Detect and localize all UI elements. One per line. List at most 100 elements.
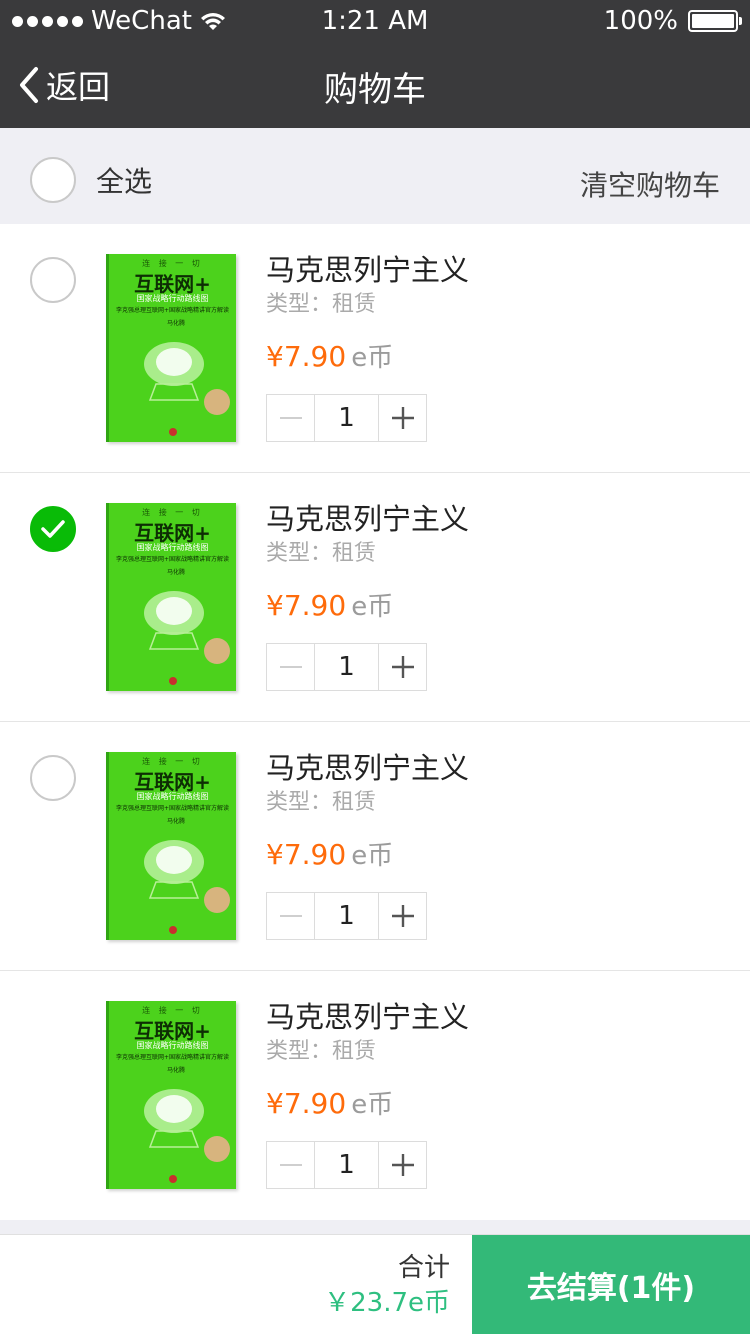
- top-bar: WeChat 1:21 AM 100% 返回 购物车: [0, 0, 750, 128]
- item-price-row: ¥7.90 e币: [266, 1087, 469, 1125]
- plus-icon: [391, 407, 414, 429]
- quantity-stepper: 1: [266, 643, 427, 691]
- quantity-stepper: 1: [266, 892, 427, 940]
- increment-button[interactable]: [379, 644, 426, 690]
- book-cover[interactable]: 连 接 一 切 互联网+ 国家战略行动路线图 李克强总理互联网+国家战略精讲官方…: [106, 752, 236, 940]
- decrement-button[interactable]: [267, 893, 314, 939]
- item-price: ¥7.90: [266, 838, 347, 871]
- cover-burst-illustration: [144, 342, 204, 401]
- minus-icon: [279, 417, 302, 419]
- item-name[interactable]: 马克思列宁主义: [266, 501, 469, 537]
- cart-item-4: 连 接 一 切 互联网+ 国家战略行动路线图 李克强总理互联网+国家战略精讲官方…: [0, 971, 750, 1220]
- total-value: ￥23.7e币: [324, 1288, 450, 1318]
- cart-item-3: 连 接 一 切 互联网+ 国家战略行动路线图 李克强总理互联网+国家战略精讲官方…: [0, 722, 750, 971]
- quantity-value[interactable]: 1: [314, 893, 379, 939]
- cover-badge: [204, 887, 230, 913]
- cover-tagline: 李克强总理互联网+国家战略精讲官方解读: [115, 307, 230, 314]
- item-checkbox[interactable]: [30, 755, 76, 801]
- cover-subtitle: 国家战略行动路线图: [136, 294, 209, 303]
- item-price: ¥7.90: [266, 589, 347, 622]
- checkout-bar: 合计 ￥23.7e币 去结算(1件): [0, 1234, 750, 1334]
- cover-tagline: 李克强总理互联网+国家战略精讲官方解读: [115, 805, 230, 812]
- publisher-seal: [169, 1175, 177, 1183]
- cover-badge: [204, 389, 230, 415]
- item-type: 类型：租赁: [266, 790, 377, 815]
- check-icon: [41, 520, 65, 538]
- increment-button[interactable]: [379, 893, 426, 939]
- decrement-button[interactable]: [267, 395, 314, 441]
- clear-cart-button[interactable]: 清空购物车: [580, 164, 720, 204]
- plus-icon: [391, 1154, 414, 1176]
- cover-badge: [204, 638, 230, 664]
- item-price: ¥7.90: [266, 340, 347, 373]
- cover-tagline: 李克强总理互联网+国家战略精讲官方解读: [115, 556, 230, 563]
- status-bar: WeChat 1:21 AM 100%: [0, 0, 750, 40]
- total-label: 合计: [397, 1253, 450, 1283]
- quantity-value[interactable]: 1: [314, 395, 379, 441]
- item-price-row: ¥7.90 e币: [266, 589, 469, 627]
- cover-badge: [204, 1136, 230, 1162]
- minus-icon: [279, 666, 302, 668]
- item-price-row: ¥7.90 e币: [266, 838, 469, 876]
- item-price-unit: e币: [351, 841, 394, 871]
- cart-list: 连 接 一 切 互联网+ 国家战略行动路线图 李克强总理互联网+国家战略精讲官方…: [0, 224, 750, 1220]
- item-info: 马克思列宁主义 类型：租赁 ¥7.90 e币: [266, 999, 469, 1125]
- battery-icon: [688, 10, 742, 32]
- page-title: 购物车: [324, 70, 426, 110]
- publisher-seal: [169, 677, 177, 685]
- publisher-seal: [169, 428, 177, 436]
- decrement-button[interactable]: [267, 1142, 314, 1188]
- item-name[interactable]: 马克思列宁主义: [266, 999, 469, 1035]
- cover-subtitle: 国家战略行动路线图: [136, 792, 209, 801]
- item-price-unit: e币: [351, 592, 394, 622]
- increment-button[interactable]: [379, 395, 426, 441]
- cover-author: 马化腾: [167, 320, 186, 327]
- minus-icon: [279, 915, 302, 917]
- cart-item-1: 连 接 一 切 互联网+ 国家战略行动路线图 李克强总理互联网+国家战略精讲官方…: [0, 224, 750, 473]
- quantity-value[interactable]: 1: [314, 644, 379, 690]
- book-cover[interactable]: 连 接 一 切 互联网+ 国家战略行动路线图 李克强总理互联网+国家战略精讲官方…: [106, 254, 236, 442]
- cover-burst-illustration: [144, 591, 204, 650]
- increment-button[interactable]: [379, 1142, 426, 1188]
- item-type: 类型：租赁: [266, 541, 377, 566]
- item-name[interactable]: 马克思列宁主义: [266, 252, 469, 288]
- cover-tagline: 李克强总理互联网+国家战略精讲官方解读: [115, 1054, 230, 1061]
- cover-author: 马化腾: [167, 818, 186, 825]
- publisher-seal: [169, 926, 177, 934]
- battery-group: 100%: [603, 6, 742, 36]
- item-price-unit: e币: [351, 1090, 394, 1120]
- select-all-bar: 全选 清空购物车: [0, 128, 750, 224]
- decrement-button[interactable]: [267, 644, 314, 690]
- select-all-toggle[interactable]: 全选: [30, 157, 152, 203]
- item-name[interactable]: 马克思列宁主义: [266, 750, 469, 786]
- item-price-unit: e币: [351, 343, 394, 373]
- item-type: 类型：租赁: [266, 292, 377, 317]
- quantity-value[interactable]: 1: [314, 1142, 379, 1188]
- item-type: 类型：租赁: [266, 1039, 377, 1064]
- cover-burst-illustration: [144, 840, 204, 899]
- select-all-label: 全选: [96, 165, 153, 198]
- book-cover[interactable]: 连 接 一 切 互联网+ 国家战略行动路线图 李克强总理互联网+国家战略精讲官方…: [106, 503, 236, 691]
- battery-percent: 100%: [603, 6, 678, 36]
- cover-burst-illustration: [144, 1089, 204, 1148]
- item-checkbox[interactable]: [30, 506, 76, 552]
- total-group: 合计 ￥23.7e币: [324, 1253, 450, 1321]
- cover-subtitle: 国家战略行动路线图: [136, 1041, 209, 1050]
- item-info: 马克思列宁主义 类型：租赁 ¥7.90 e币: [266, 252, 469, 378]
- item-price-row: ¥7.90 e币: [266, 340, 469, 378]
- item-checkbox[interactable]: [30, 257, 76, 303]
- item-price: ¥7.90: [266, 1087, 347, 1120]
- cover-subtitle: 国家战略行动路线图: [136, 543, 209, 552]
- book-cover[interactable]: 连 接 一 切 互联网+ 国家战略行动路线图 李克强总理互联网+国家战略精讲官方…: [106, 1001, 236, 1189]
- cover-author: 马化腾: [167, 1067, 186, 1074]
- checkout-button[interactable]: 去结算(1件): [472, 1235, 750, 1334]
- quantity-stepper: 1: [266, 394, 427, 442]
- nav-bar: 返回 购物车: [0, 40, 750, 128]
- cart-item-2: 连 接 一 切 互联网+ 国家战略行动路线图 李克强总理互联网+国家战略精讲官方…: [0, 473, 750, 722]
- quantity-stepper: 1: [266, 1141, 427, 1189]
- plus-icon: [391, 905, 414, 927]
- item-info: 马克思列宁主义 类型：租赁 ¥7.90 e币: [266, 501, 469, 627]
- cover-author: 马化腾: [167, 569, 186, 576]
- plus-icon: [391, 656, 414, 678]
- select-all-checkbox[interactable]: [30, 157, 76, 203]
